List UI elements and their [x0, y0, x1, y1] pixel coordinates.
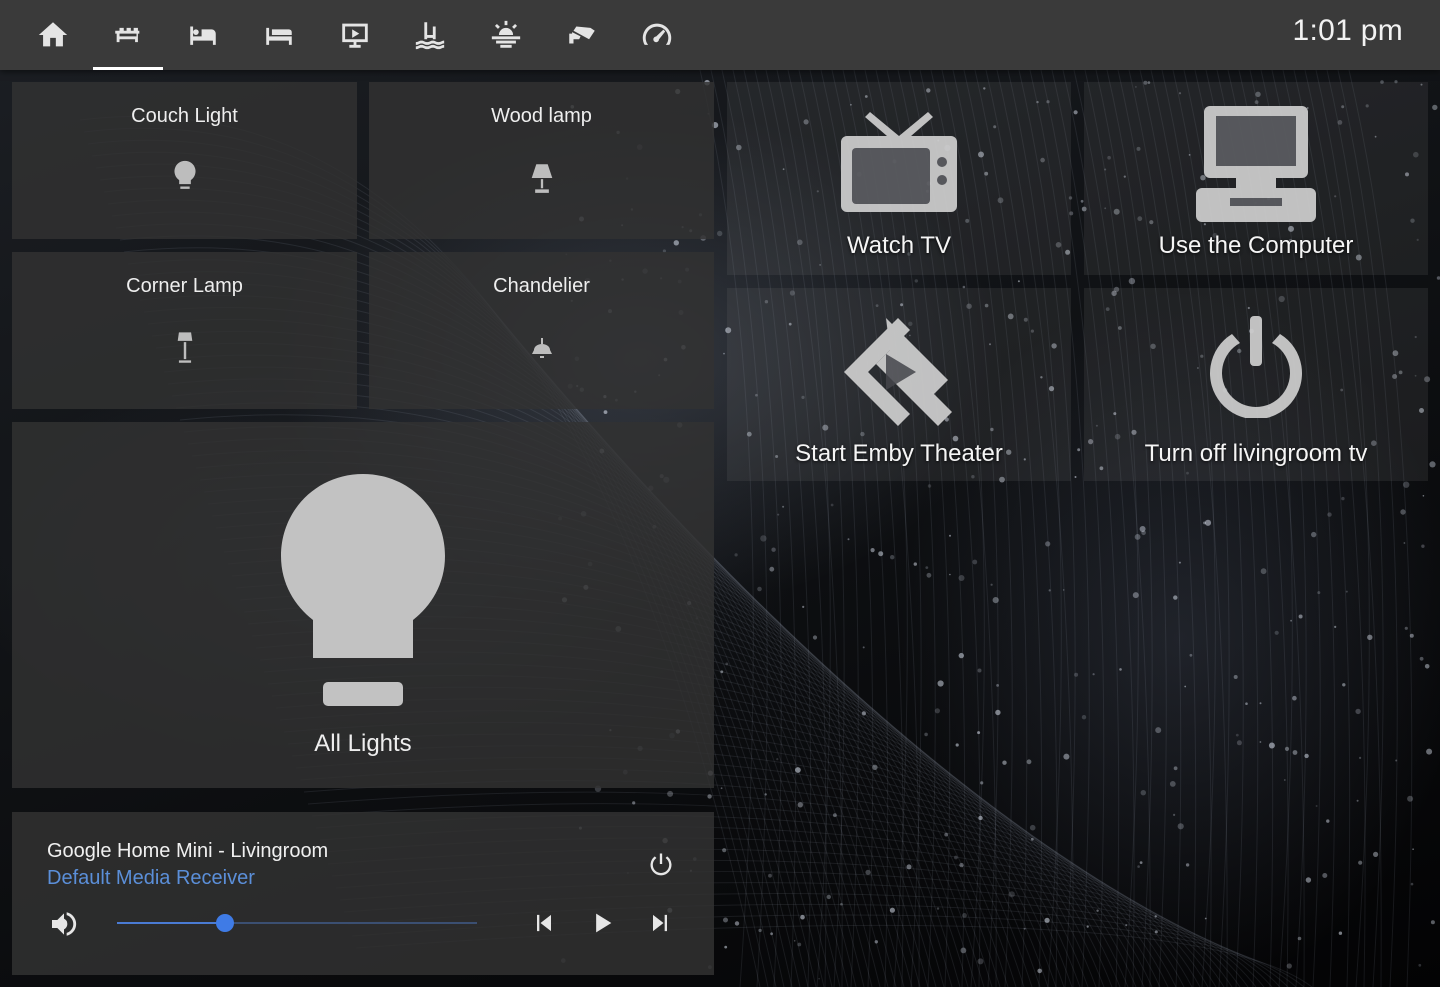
sofa-icon: [115, 27, 140, 43]
volume-slider-thumb[interactable]: [216, 914, 234, 932]
tab-theater[interactable]: [320, 0, 390, 70]
tv-off-scene[interactable]: Turn off livingroom tv: [1084, 288, 1428, 481]
scene-label: Watch TV: [846, 232, 952, 259]
tab-guestroom[interactable]: [244, 0, 314, 70]
wood-lamp-tile[interactable]: Wood lamp: [369, 82, 714, 239]
pool-icon: [415, 22, 445, 50]
clock: 1:01 pm: [1292, 14, 1403, 47]
top-navigation-bar: 1:01 pm: [0, 0, 1440, 70]
cctv-icon: [569, 26, 595, 44]
theater-icon: [342, 23, 368, 48]
floor-lamp-icon: [177, 332, 192, 363]
tile-label: Couch Light: [131, 105, 238, 127]
bed-single-icon: [266, 27, 292, 45]
tile-label: Corner Lamp: [126, 275, 243, 297]
tab-home[interactable]: [18, 0, 88, 70]
table-lamp-icon: [531, 164, 552, 193]
watch-tv-scene[interactable]: Watch TV: [727, 82, 1071, 275]
tab-weather[interactable]: [471, 0, 541, 70]
volume-level: [117, 922, 225, 924]
desktop-computer-icon: [1196, 106, 1316, 222]
corner-lamp-tile[interactable]: Corner Lamp: [12, 252, 357, 409]
use-computer-scene[interactable]: Use the Computer: [1084, 82, 1428, 275]
tab-bedroom[interactable]: [168, 0, 238, 70]
tile-label: Wood lamp: [491, 105, 592, 127]
media-player-name: Google Home Mini - Livingroom: [47, 840, 329, 862]
media-source[interactable]: Default Media Receiver: [47, 867, 255, 890]
speedometer-icon: [642, 23, 672, 45]
next-track-button[interactable]: [646, 909, 674, 937]
previous-track-button[interactable]: [530, 909, 558, 937]
scene-label: Turn off livingroom tv: [1144, 440, 1368, 467]
tab-livingroom[interactable]: [93, 0, 163, 70]
media-player-card: Google Home Mini - Livingroom Default Me…: [12, 812, 714, 975]
ceiling-light-icon: [531, 338, 552, 358]
tile-label: Chandelier: [493, 275, 590, 297]
volume-slider[interactable]: [117, 914, 477, 932]
tv-icon: [841, 112, 957, 212]
big-bulb-icon: [281, 474, 445, 706]
couch-light-tile[interactable]: Couch Light: [12, 82, 357, 239]
play-button[interactable]: [588, 909, 616, 937]
all-lights-tile[interactable]: All Lights: [12, 422, 714, 788]
emby-icon: [844, 318, 952, 426]
tab-security[interactable]: [547, 0, 617, 70]
power-button[interactable]: [647, 850, 675, 878]
chandelier-tile[interactable]: Chandelier: [369, 252, 714, 409]
start-emby-scene[interactable]: Start Emby Theater: [727, 288, 1071, 481]
tile-label: All Lights: [314, 730, 412, 757]
volume-icon[interactable]: [48, 908, 80, 940]
scene-label: Use the Computer: [1158, 232, 1354, 259]
weather-icon: [491, 20, 521, 48]
scene-label: Start Emby Theater: [795, 440, 1003, 467]
tab-pool[interactable]: [395, 0, 465, 70]
bulb-icon: [173, 160, 196, 189]
bed-icon: [190, 26, 216, 45]
tab-system[interactable]: [622, 0, 692, 70]
home-icon: [38, 22, 68, 47]
power-icon: [1210, 316, 1302, 418]
